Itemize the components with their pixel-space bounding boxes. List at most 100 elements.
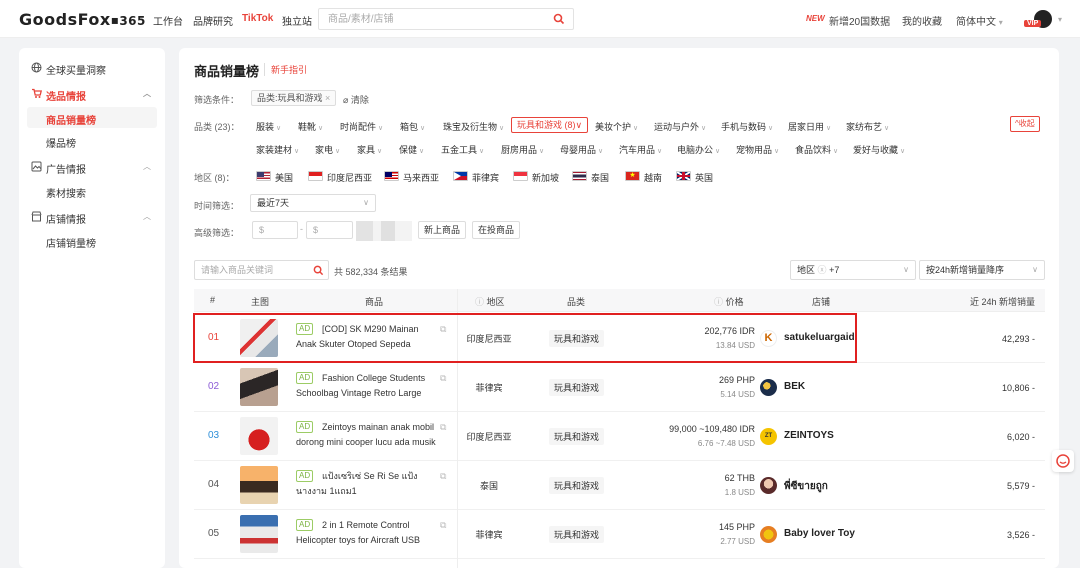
region-select[interactable]: 地区 ⓧ +7 ∨ bbox=[790, 260, 916, 280]
highlight-box bbox=[193, 313, 857, 363]
nav-independent-site[interactable]: 独立站 bbox=[282, 13, 312, 28]
time-range-select[interactable]: 最近7天 ∨ bbox=[250, 194, 376, 212]
row-price-usd: 6.76 ~7.48 USD bbox=[697, 439, 755, 448]
region-item-ph[interactable]: 菲律宾 bbox=[472, 171, 499, 184]
product-title[interactable]: Fashion College Students Schoolbag Vinta… bbox=[296, 371, 436, 401]
category-item[interactable]: 箱包 ∨ bbox=[400, 120, 425, 133]
in-ads-toggle[interactable]: 在投商品 bbox=[472, 221, 521, 239]
product-title[interactable]: แป้งเซริเซ่ Se Ri Se แป้งนางงาม 1แถม1 bbox=[296, 469, 436, 499]
category-item[interactable]: 鞋靴 ∨ bbox=[298, 120, 323, 133]
guide-link[interactable]: 新手指引 bbox=[264, 63, 307, 76]
region-item-vn[interactable]: 越南 bbox=[644, 171, 662, 184]
brand-logo[interactable]: GoodsFox▪365 bbox=[19, 10, 146, 29]
category-item[interactable]: 家装建材 ∨ bbox=[256, 143, 299, 156]
nav-tiktok[interactable]: TikTok bbox=[242, 13, 273, 24]
search-icon[interactable] bbox=[313, 265, 324, 276]
min-price-input[interactable]: $ bbox=[252, 221, 298, 239]
category-item[interactable]: 家电 ∨ bbox=[315, 143, 340, 156]
region-item-sg[interactable]: 新加坡 bbox=[532, 171, 559, 184]
region-item-my[interactable]: 马来西亚 bbox=[403, 171, 439, 184]
table-header: # 主图 商品 ⓘ 地区 品类 ⓘ 价格 店铺 近 24h 新增销量 bbox=[194, 289, 1045, 312]
product-title[interactable]: Zeintoys mainan anak mobil dorong mini c… bbox=[296, 420, 436, 450]
table-row[interactable]: 04 แป้งเซริเซ่ Se Ri Se แป้งนางงาม 1แถม1… bbox=[194, 461, 1045, 510]
language-select[interactable]: 简体中文 ▾ bbox=[956, 13, 1003, 28]
copy-icon[interactable]: ⧉ bbox=[440, 373, 446, 384]
col-sales[interactable]: 近 24h 新增销量 bbox=[970, 295, 1035, 308]
chat-float-button[interactable] bbox=[1052, 450, 1074, 472]
category-item[interactable]: 服装 ∨ bbox=[256, 120, 281, 133]
table-row[interactable]: 02 Fashion College Students Schoolbag Vi… bbox=[194, 363, 1045, 412]
col-price[interactable]: ⓘ 价格 bbox=[714, 295, 744, 308]
result-count: 共 582,334 条结果 bbox=[334, 267, 408, 277]
category-item[interactable]: 母婴用品 ∨ bbox=[560, 143, 603, 156]
sort-select[interactable]: 按24h新增销量降序 ∨ bbox=[919, 260, 1045, 280]
active-filter-chip[interactable]: 品类:玩具和游戏 × bbox=[251, 90, 337, 106]
category-item[interactable]: 珠宝及衍生物 ∨ bbox=[443, 120, 504, 133]
category-item[interactable]: 家纺布艺 ∨ bbox=[846, 120, 889, 133]
category-label: 品类 (23)： bbox=[194, 122, 240, 132]
shop-logo[interactable]: ZT bbox=[760, 428, 777, 445]
search-icon[interactable] bbox=[553, 13, 565, 25]
product-title[interactable]: 2 in 1 Remote Control Helicopter toys fo… bbox=[296, 518, 436, 548]
product-thumbnail[interactable] bbox=[240, 368, 278, 406]
row-sales: 6,020 - bbox=[1006, 432, 1035, 442]
category-item[interactable]: 宠物用品 ∨ bbox=[736, 143, 779, 156]
nav-brand-research[interactable]: 品牌研究 bbox=[193, 13, 233, 28]
region-item-th[interactable]: 泰国 bbox=[591, 171, 609, 184]
shop-name[interactable]: Baby lover Toy bbox=[784, 528, 855, 539]
new-products-toggle[interactable]: 新上商品 bbox=[418, 221, 467, 239]
product-keyword-search[interactable]: 请输入商品关键词 bbox=[194, 260, 329, 280]
product-thumbnail[interactable] bbox=[240, 417, 278, 455]
new-data-link[interactable]: 新增20国数据 bbox=[829, 13, 890, 28]
category-item[interactable]: 厨房用品 ∨ bbox=[501, 143, 544, 156]
category-item[interactable]: 食品饮料 ∨ bbox=[795, 143, 838, 156]
shop-name[interactable]: ZEINTOYS bbox=[784, 430, 834, 441]
category-item[interactable]: 电脑办公 ∨ bbox=[677, 143, 720, 156]
shop-logo[interactable] bbox=[760, 477, 777, 494]
image-icon bbox=[31, 161, 42, 172]
shop-logo[interactable] bbox=[760, 526, 777, 543]
col-image: 主图 bbox=[251, 297, 270, 307]
max-price-input[interactable]: $ bbox=[306, 221, 353, 239]
category-item[interactable]: 时尚配件 ∨ bbox=[340, 120, 383, 133]
filter-label: 筛选条件： bbox=[194, 95, 240, 105]
category-item[interactable]: 运动与户外 ∨ bbox=[654, 120, 706, 133]
category-item[interactable]: 美妆个护 ∨ bbox=[595, 120, 638, 133]
row-category: 玩具和游戏 bbox=[549, 379, 605, 396]
id-flag-icon bbox=[308, 171, 323, 181]
copy-icon[interactable]: ⧉ bbox=[440, 471, 446, 482]
category-item[interactable]: 手机与数码 ∨ bbox=[721, 120, 773, 133]
col-region[interactable]: ⓘ 地区 bbox=[475, 295, 505, 308]
global-search-input[interactable] bbox=[319, 9, 519, 29]
row-sales: 10,806 - bbox=[1001, 383, 1035, 393]
row-price-usd: 2.77 USD bbox=[720, 537, 755, 546]
collapse-button[interactable]: ^收起 bbox=[1010, 116, 1040, 132]
product-thumbnail[interactable] bbox=[240, 466, 278, 504]
table-row[interactable]: 03 Zeintoys mainan anak mobil dorong min… bbox=[194, 412, 1045, 461]
clear-filters-button[interactable]: ⌀ 清除 bbox=[343, 93, 369, 106]
category-item[interactable]: 家具 ∨ bbox=[357, 143, 382, 156]
chevron-down-icon[interactable]: ▾ bbox=[1058, 15, 1062, 24]
copy-icon[interactable]: ⧉ bbox=[440, 520, 446, 531]
shop-logo[interactable] bbox=[760, 379, 777, 396]
table-row[interactable]: 05 2 in 1 Remote Control Helicopter toys… bbox=[194, 510, 1045, 559]
region-item-us[interactable]: 美国 bbox=[275, 171, 293, 184]
category-item[interactable]: 爱好与收藏 ∨ bbox=[853, 143, 905, 156]
copy-icon[interactable]: ⧉ bbox=[440, 422, 446, 433]
page-title: 商品销量榜 bbox=[194, 64, 260, 79]
nav-workbench[interactable]: 工作台 bbox=[153, 13, 183, 28]
product-thumbnail[interactable] bbox=[240, 515, 278, 553]
region-item-id[interactable]: 印度尼西亚 bbox=[327, 171, 372, 184]
category-item[interactable]: 保健 ∨ bbox=[399, 143, 424, 156]
category-item-selected[interactable]: 玩具和游戏 (8)∨ bbox=[511, 117, 589, 133]
category-item[interactable]: 汽车用品 ∨ bbox=[619, 143, 662, 156]
row-sales: 5,579 - bbox=[1006, 481, 1035, 491]
shop-name[interactable]: BEK bbox=[784, 381, 805, 392]
shop-name[interactable]: พี่ซีขายถูก bbox=[784, 479, 828, 494]
category-item[interactable]: 五金工具 ∨ bbox=[441, 143, 484, 156]
main-panel: 商品销量榜 新手指引 筛选条件： 品类:玩具和游戏 × ⌀ 清除 品类 (23)… bbox=[179, 48, 1059, 568]
row-category: 玩具和游戏 bbox=[549, 428, 605, 445]
favorites-link[interactable]: 我的收藏 bbox=[902, 13, 942, 28]
region-item-uk[interactable]: 英国 bbox=[695, 171, 713, 184]
category-item[interactable]: 居家日用 ∨ bbox=[788, 120, 831, 133]
